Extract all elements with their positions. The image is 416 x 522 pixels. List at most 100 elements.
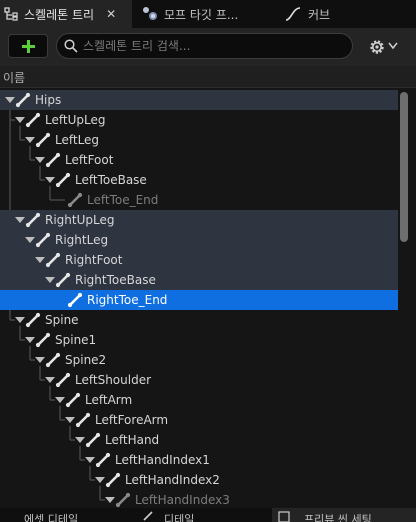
bone-name: LeftHandIndex1 <box>115 453 210 467</box>
bone-name: RightUpLeg <box>45 213 115 227</box>
bone-name: RightLeg <box>55 233 109 247</box>
expand-arrow-icon[interactable] <box>35 257 45 263</box>
tab-morph-target[interactable]: 모프 타깃 프... <box>138 0 274 28</box>
tab-curve[interactable]: 커브 <box>280 0 410 28</box>
bone-icon <box>85 432 101 448</box>
tree-row[interactable]: Hips <box>0 90 398 110</box>
bone-icon <box>25 312 41 328</box>
bone-icon <box>45 152 61 168</box>
curve-icon <box>285 7 301 21</box>
bone-icon <box>55 372 71 388</box>
bone-name: LeftUpLeg <box>45 113 106 127</box>
expand-arrow-icon[interactable] <box>95 477 105 483</box>
search-input[interactable] <box>83 38 343 54</box>
bone-name: RightToeBase <box>75 273 156 287</box>
tree-row[interactable]: RightUpLeg <box>0 210 398 230</box>
bone-name: RightFoot <box>65 253 123 267</box>
tree-row[interactable]: LeftUpLeg <box>0 110 398 130</box>
bone-icon <box>15 92 31 108</box>
expand-arrow-icon[interactable] <box>65 417 75 423</box>
tree-row[interactable]: RightLeg <box>0 230 398 250</box>
bone-name: LeftLeg <box>55 133 100 147</box>
tab-asset-details[interactable]: 에셋 디테일 <box>0 508 128 522</box>
toolbar <box>0 28 416 66</box>
tree-row[interactable]: LeftArm <box>0 390 398 410</box>
expand-arrow-icon[interactable] <box>35 357 45 363</box>
tab-skeleton-tree[interactable]: 스켈레톤 트리 ✕ <box>0 0 132 28</box>
tab-preview-scene-settings[interactable]: 프리뷰 씬 세팅 <box>272 508 416 522</box>
bone-name: LeftFoot <box>65 153 114 167</box>
bone-name: RightToe_End <box>87 293 168 307</box>
tree-row[interactable]: LeftHandIndex2 <box>0 470 398 490</box>
morph-target-icon <box>143 7 157 20</box>
bone-name: LeftHand <box>105 433 160 447</box>
expand-arrow-icon[interactable] <box>25 137 35 143</box>
close-icon[interactable]: ✕ <box>106 7 116 21</box>
preview-scene-icon <box>278 511 290 522</box>
bone-icon <box>65 392 81 408</box>
tree-row[interactable]: LeftHand <box>0 430 398 450</box>
expand-arrow-icon[interactable] <box>85 457 95 463</box>
expand-arrow-icon[interactable] <box>15 217 25 223</box>
tree-row[interactable]: LeftShoulder <box>0 370 398 390</box>
tree-row[interactable]: Spine2 <box>0 350 398 370</box>
tree-row[interactable]: Spine1 <box>0 330 398 350</box>
bone-icon <box>25 112 41 128</box>
skeleton-tree: Hips LeftUpLeg LeftLeg LeftFoot LeftToeBase L… <box>0 90 398 508</box>
bone-icon <box>105 472 121 488</box>
bone-icon <box>45 252 61 268</box>
bone-icon <box>45 352 61 368</box>
gear-icon[interactable] <box>366 37 388 57</box>
chevron-down-icon[interactable] <box>388 42 398 50</box>
expand-arrow-icon[interactable] <box>15 117 25 123</box>
tree-row[interactable]: LeftHandIndex1 <box>0 450 398 470</box>
tree-row[interactable]: Spine <box>0 310 398 330</box>
tab-label: 스켈레톤 트리 <box>24 7 95 22</box>
expand-arrow-icon[interactable] <box>5 97 15 103</box>
bone-icon <box>95 452 111 468</box>
expand-arrow-icon[interactable] <box>25 237 35 243</box>
search-box[interactable] <box>56 33 353 59</box>
panel-tab-bar: 스켈레톤 트리 ✕ 모프 타깃 프... 커브 <box>0 0 416 28</box>
expand-arrow-icon[interactable] <box>75 437 85 443</box>
bone-name: LeftShoulder <box>75 373 152 387</box>
bone-name: LeftArm <box>85 393 133 407</box>
tab-label: 프리뷰 씬 세팅 <box>304 513 372 522</box>
expand-arrow-icon[interactable] <box>45 177 55 183</box>
bone-name: Hips <box>35 93 62 107</box>
tree-row[interactable]: LeftForeArm <box>0 410 398 430</box>
expand-arrow-icon[interactable] <box>45 277 55 283</box>
expand-arrow-icon[interactable] <box>25 337 35 343</box>
scrollbar-thumb[interactable] <box>400 92 408 242</box>
tree-row[interactable]: LeftToe_End <box>0 190 398 210</box>
expand-arrow-icon[interactable] <box>35 157 45 163</box>
column-header[interactable]: 이름 <box>0 66 416 88</box>
tree-row[interactable]: RightToe_End <box>0 290 398 310</box>
name-column-label: 이름 <box>3 71 26 85</box>
bone-name: LeftHandIndex3 <box>135 493 230 507</box>
bone-icon <box>55 272 71 288</box>
tab-label: 커브 <box>308 7 331 22</box>
bone-name: Spine2 <box>65 353 107 367</box>
expand-arrow-icon[interactable] <box>105 497 115 503</box>
bone-icon <box>75 412 91 428</box>
tree-row[interactable]: LeftLeg <box>0 130 398 150</box>
expand-arrow-icon[interactable] <box>55 397 65 403</box>
tree-row[interactable]: RightToeBase <box>0 270 398 290</box>
bone-name: Spine1 <box>55 333 97 347</box>
tree-row[interactable]: LeftFoot <box>0 150 398 170</box>
tree-row[interactable]: LeftToeBase <box>0 170 398 190</box>
tab-label: 디테일 <box>164 513 195 522</box>
add-button[interactable] <box>8 34 48 58</box>
expand-arrow-icon[interactable] <box>15 317 25 323</box>
bone-name: LeftForeArm <box>95 413 169 427</box>
tree-row[interactable]: LeftHandIndex3 <box>0 490 398 508</box>
bone-icon <box>67 192 83 208</box>
details-icon <box>143 511 153 521</box>
tree-row[interactable]: RightFoot <box>0 250 398 270</box>
bone-icon <box>67 292 83 308</box>
bone-name: LeftToeBase <box>75 173 147 187</box>
tab-details[interactable]: 디테일 <box>134 508 264 522</box>
expand-arrow-icon[interactable] <box>45 377 55 383</box>
tab-label: 모프 타깃 프... <box>164 7 239 22</box>
